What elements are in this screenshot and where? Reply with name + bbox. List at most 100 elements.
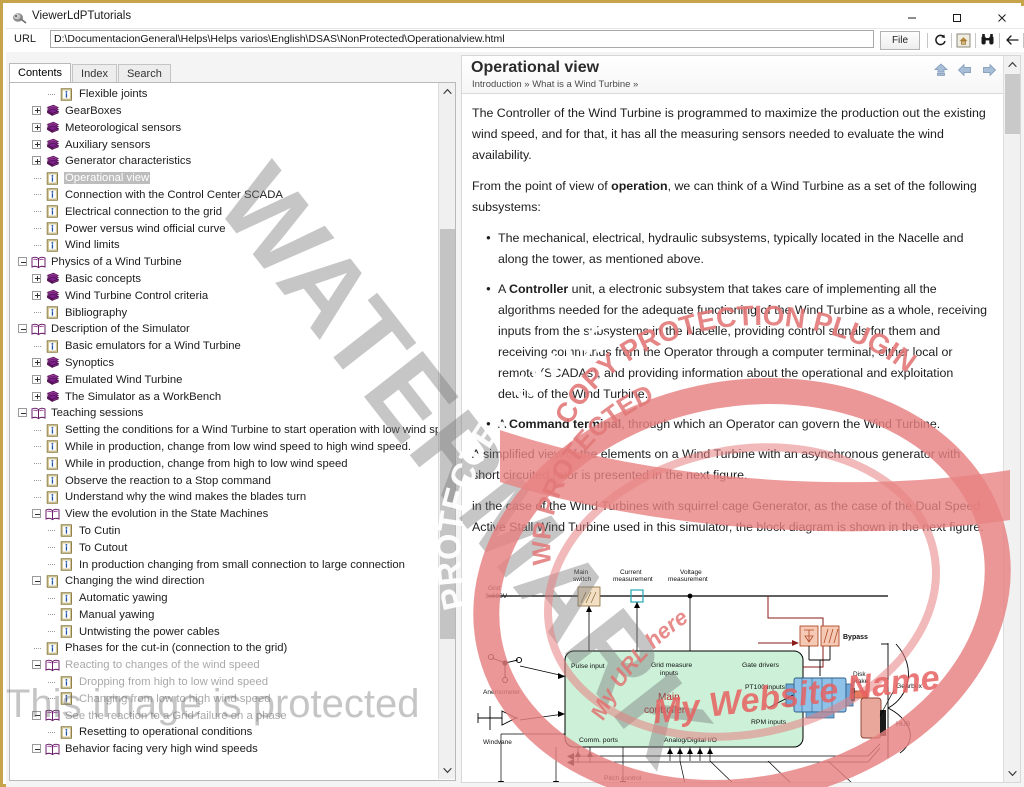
home-icon[interactable] bbox=[953, 31, 974, 50]
tree-item[interactable]: Electrical connection to the grid bbox=[10, 203, 439, 220]
tree-item[interactable]: Understand why the wind makes the blades… bbox=[10, 489, 439, 506]
tree-item[interactable]: Manual yawing bbox=[10, 607, 439, 624]
topic-icon bbox=[45, 205, 60, 218]
binoculars-icon[interactable] bbox=[977, 31, 998, 50]
collapse-icon[interactable] bbox=[32, 660, 42, 670]
nav-up-icon[interactable] bbox=[933, 62, 949, 78]
tree-item[interactable]: See the reaction to a Grid failure on a … bbox=[10, 707, 439, 724]
tree-item[interactable]: Emulated Wind Turbine bbox=[10, 371, 439, 388]
tree-connector-line bbox=[32, 476, 42, 486]
tree-scroll-up-button[interactable] bbox=[439, 83, 455, 100]
file-button[interactable]: File bbox=[880, 30, 920, 50]
tree-item[interactable]: To Cutin bbox=[10, 523, 439, 540]
url-input[interactable]: D:\DocumentacionGeneral\Helps\Helps vari… bbox=[50, 30, 874, 48]
tree-item[interactable]: To Cutout bbox=[10, 539, 439, 556]
doc-scroll-up-button[interactable] bbox=[1004, 56, 1020, 73]
collapse-icon[interactable] bbox=[32, 576, 42, 586]
tree-item[interactable]: Auxiliary sensors bbox=[10, 136, 439, 153]
doc-scroll-thumb[interactable] bbox=[1005, 74, 1020, 134]
nav-next-icon[interactable] bbox=[981, 62, 997, 78]
tree-item[interactable]: Setting the conditions for a Wind Turbin… bbox=[10, 422, 439, 439]
toolbar-separator-3 bbox=[975, 32, 976, 48]
tree-item[interactable]: Reacting to changes of the wind speed bbox=[10, 657, 439, 674]
tree-item[interactable]: The Simulator as a WorkBench bbox=[10, 388, 439, 405]
tree-item[interactable]: Behavior facing very high wind speeds bbox=[10, 741, 439, 758]
expand-icon[interactable] bbox=[32, 156, 42, 166]
expand-icon[interactable] bbox=[32, 357, 42, 368]
tree-item[interactable]: Flexible joints bbox=[10, 86, 439, 103]
tree-item[interactable]: Synoptics bbox=[10, 355, 439, 372]
tree-viewport: Yaw systemFlexible jointsGearBoxesMeteor… bbox=[10, 83, 439, 779]
label-grid-measure-1: Grid measure bbox=[651, 662, 692, 669]
tree-item[interactable]: Changing the wind direction bbox=[10, 573, 439, 590]
window-frame-inner: ViewerLdPTutorials URL D:\DocumentacionG… bbox=[6, 6, 1024, 787]
tab-search[interactable]: Search bbox=[117, 64, 171, 82]
tree-item[interactable]: Physics of a Wind Turbine bbox=[10, 254, 439, 271]
collapse-icon[interactable] bbox=[32, 509, 42, 519]
label-main-controller-2: controller bbox=[644, 705, 686, 716]
label-main-switch-2: switch bbox=[573, 576, 591, 583]
tree-item[interactable]: Generator characteristics bbox=[10, 153, 439, 170]
label-anemometer: Anemometer bbox=[483, 689, 521, 696]
expand-icon[interactable] bbox=[32, 374, 42, 385]
tree-item[interactable]: Automatic yawing bbox=[10, 590, 439, 607]
tree-item[interactable]: Wind limits bbox=[10, 237, 439, 254]
tree-item[interactable]: Meteorological sensors bbox=[10, 119, 439, 136]
tree-item[interactable]: Changing from low to high wind speed bbox=[10, 690, 439, 707]
tree-connector-line bbox=[46, 677, 56, 687]
tree-item[interactable]: Power versus wind official curve bbox=[10, 220, 439, 237]
paragraph-operation: From the point of view of operation, we … bbox=[472, 176, 991, 218]
doc-scroll-down-button[interactable] bbox=[1004, 765, 1020, 782]
expand-icon[interactable] bbox=[32, 290, 42, 301]
tree-item[interactable]: While in production, change from low win… bbox=[10, 439, 439, 456]
tree-item[interactable]: Observe the reaction to a Stop command bbox=[10, 472, 439, 489]
tab-contents[interactable]: Contents bbox=[9, 63, 72, 82]
book-closed-icon bbox=[45, 155, 60, 168]
tree-item[interactable]: Wind Turbine Control criteria bbox=[10, 287, 439, 304]
close-button[interactable] bbox=[979, 6, 1024, 29]
tab-index[interactable]: Index bbox=[72, 64, 117, 82]
tree-item[interactable]: While in production, change from high to… bbox=[10, 455, 439, 472]
collapse-icon[interactable] bbox=[18, 324, 28, 334]
tree-scroll-thumb[interactable] bbox=[440, 229, 455, 639]
expand-icon[interactable] bbox=[32, 273, 42, 284]
tree-scrollbar[interactable] bbox=[438, 83, 455, 779]
collapse-icon[interactable] bbox=[32, 744, 42, 754]
minimize-button[interactable] bbox=[889, 6, 934, 29]
tree-item-label: The Simulator as a WorkBench bbox=[65, 390, 222, 403]
expand-icon[interactable] bbox=[32, 105, 42, 116]
collapse-icon[interactable] bbox=[32, 710, 42, 721]
label-main-controller-1: Main bbox=[658, 692, 680, 703]
list-item: A Controller unit, a electronic subsyste… bbox=[486, 278, 991, 405]
tree-item[interactable]: Connection with the Control Center SCADA bbox=[10, 187, 439, 204]
expand-icon[interactable] bbox=[32, 139, 42, 150]
maximize-button[interactable] bbox=[934, 6, 979, 29]
text-run: unit, a electronic subsystem that takes … bbox=[498, 282, 988, 401]
tree-connector-line bbox=[32, 190, 42, 200]
tree-item[interactable]: Teaching sessions bbox=[10, 405, 439, 422]
collapse-icon[interactable] bbox=[18, 408, 28, 418]
collapse-icon[interactable] bbox=[18, 257, 28, 267]
expand-icon[interactable] bbox=[32, 391, 42, 402]
block-diagram-svg: Grid 3x690V Main switch Current measurem… bbox=[477, 569, 923, 782]
tree-item[interactable]: Phases for the cut-in (connection to the… bbox=[10, 640, 439, 657]
tree-item[interactable]: GearBoxes bbox=[10, 103, 439, 120]
tree-item[interactable]: Basic concepts bbox=[10, 271, 439, 288]
tree-item[interactable]: In production changing from small connec… bbox=[10, 556, 439, 573]
arrow-left-icon[interactable] bbox=[1001, 31, 1022, 50]
tree-item[interactable]: Description of the Simulator bbox=[10, 321, 439, 338]
tree-item[interactable]: Resetting to operational conditions bbox=[10, 724, 439, 741]
tree-item[interactable]: Untwisting the power cables bbox=[10, 623, 439, 640]
tree-item[interactable]: Dropping from high to low wind speed bbox=[10, 674, 439, 691]
titlebar: ViewerLdPTutorials bbox=[6, 6, 1024, 29]
tree-item[interactable]: Bibliography bbox=[10, 304, 439, 321]
refresh-icon[interactable] bbox=[929, 31, 950, 50]
tree-scroll-down-button[interactable] bbox=[439, 762, 455, 779]
expand-icon[interactable] bbox=[32, 122, 42, 133]
tree-item[interactable]: Operational view bbox=[10, 170, 439, 187]
tree-connector-line bbox=[46, 694, 56, 704]
document-scrollbar[interactable] bbox=[1003, 56, 1020, 782]
tree-item[interactable]: Basic emulators for a Wind Turbine bbox=[10, 338, 439, 355]
nav-prev-icon[interactable] bbox=[957, 62, 973, 78]
tree-item[interactable]: View the evolution in the State Machines bbox=[10, 506, 439, 523]
